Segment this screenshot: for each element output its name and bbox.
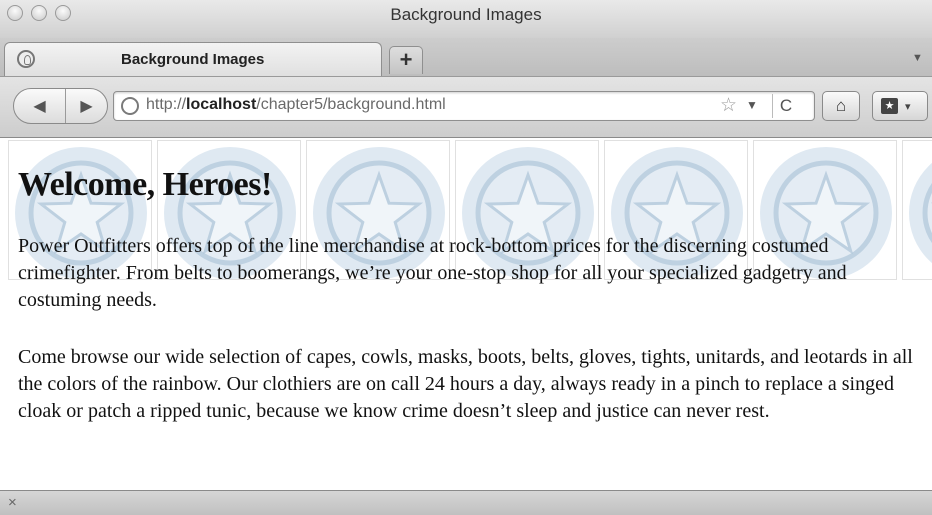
url-prefix: http:// (146, 96, 187, 113)
navigation-toolbar: ◀ ▶ http://localhost/chapter5/background… (0, 77, 932, 138)
url-host: localhost (186, 96, 257, 113)
home-icon: ⌂ (835, 96, 847, 115)
reload-icon[interactable]: C (772, 94, 799, 118)
tab-background-images[interactable]: Background Images (4, 42, 382, 76)
browser-window: Background Images Background Images + ▼ … (0, 0, 932, 515)
new-tab-button[interactable]: + (389, 46, 423, 74)
bookmarks-icon: ★ (881, 98, 898, 114)
home-button[interactable]: ⌂ (822, 91, 860, 121)
paragraph-browse: Come browse our wide selection of capes,… (18, 346, 913, 422)
title-bar: Background Images (0, 0, 932, 40)
tab-label: Background Images (121, 51, 265, 68)
tab-strip: Background Images + ▼ (0, 38, 932, 77)
close-icon[interactable]: × (8, 494, 17, 511)
page-content: Welcome, Heroes! Power Outfitters offers… (0, 138, 932, 490)
site-identity-icon[interactable] (121, 97, 139, 115)
window-title: Background Images (390, 5, 542, 24)
url-bar[interactable]: http://localhost/chapter5/background.htm… (113, 91, 815, 121)
tab-list-arrow-icon[interactable]: ▼ (912, 52, 923, 64)
globe-icon (17, 50, 35, 68)
bookmarks-menu-button[interactable]: ★ ▾ (872, 91, 928, 121)
paragraph-intro: Power Outfitters offers top of the line … (18, 235, 847, 311)
back-forward-group: ◀ ▶ (13, 88, 108, 124)
history-dropdown-icon[interactable]: ▼ (746, 98, 758, 112)
back-arrow-icon: ◀ (33, 98, 46, 115)
url-path: /chapter5/background.html (256, 96, 446, 113)
back-button[interactable]: ◀ (14, 89, 66, 123)
forward-arrow-icon: ▶ (80, 98, 93, 115)
bookmark-star-icon[interactable]: ☆ (720, 94, 737, 117)
url-text[interactable]: http://localhost/chapter5/background.htm… (146, 96, 446, 114)
chevron-down-icon: ▾ (905, 101, 911, 113)
forward-button[interactable]: ▶ (66, 89, 107, 123)
status-bar: × (0, 490, 932, 515)
page-heading: Welcome, Heroes! (18, 166, 272, 203)
